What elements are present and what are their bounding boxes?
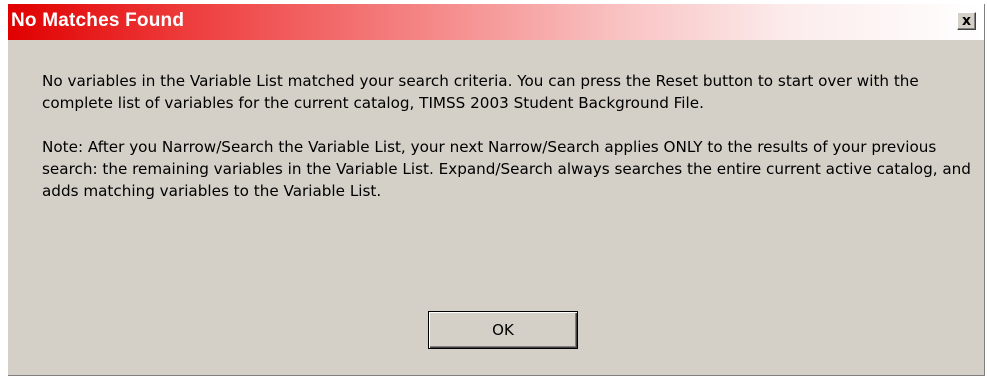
note-text: Note: After you Narrow/Search the Variab… [42,138,971,200]
ok-button-label: OK [492,321,514,339]
close-button[interactable]: x [957,12,976,30]
title-bar[interactable]: No Matches Found x [8,4,984,40]
no-matches-dialog: No Matches Found x No variables in the V… [8,4,985,376]
close-icon: x [961,13,972,29]
dialog-title: No Matches Found [11,10,185,31]
ok-button[interactable]: OK [428,311,578,349]
message-area: No variables in the Variable List matche… [42,70,977,202]
message-text: No variables in the Variable List matche… [42,72,919,112]
